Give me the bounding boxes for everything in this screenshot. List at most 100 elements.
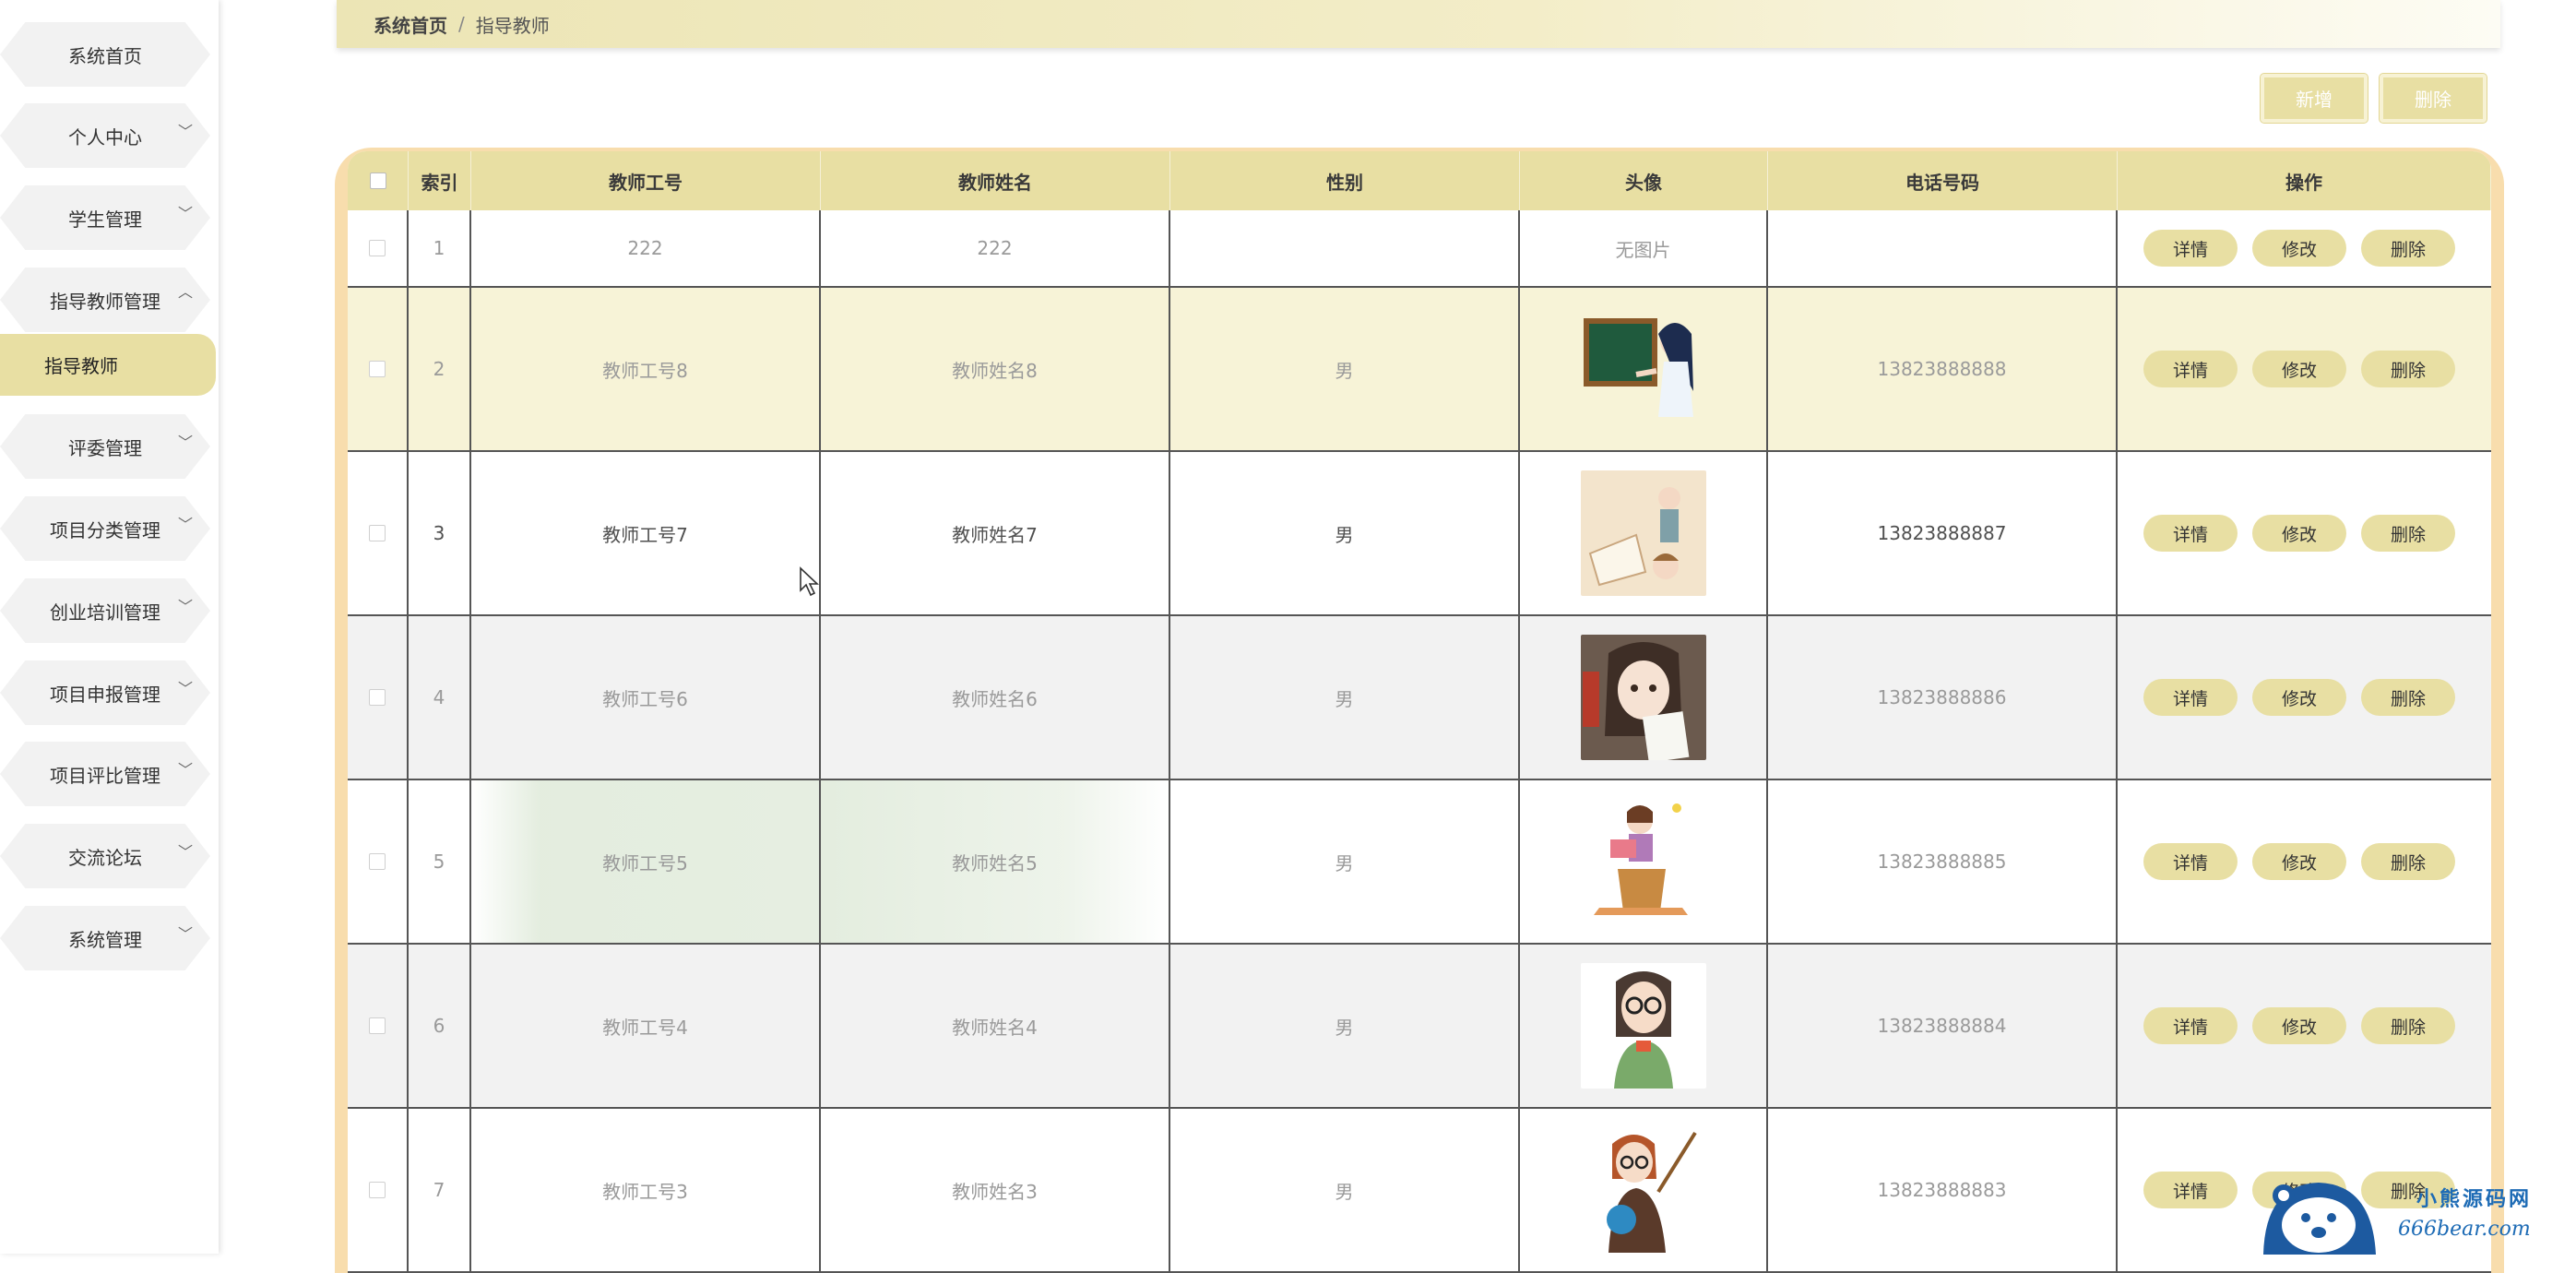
table-row: 5 教师工号5 教师姓名5 男 13823888885 详情 修改 删除	[348, 780, 2491, 945]
edit-button[interactable]: 修改	[2252, 843, 2346, 880]
row-index: 2	[409, 288, 471, 450]
teacher-no: 教师工号5	[471, 780, 821, 943]
avatar-placeholder: 无图片	[1520, 210, 1768, 286]
row-select-cell	[348, 1109, 409, 1271]
row-checkbox[interactable]	[369, 1017, 386, 1034]
edit-button[interactable]: 修改	[2252, 515, 2346, 552]
chevron-down-icon: ﹀	[178, 434, 194, 451]
delete-button[interactable]: 删除	[2361, 515, 2455, 552]
sidebar-item-teacher[interactable]: 指导教师	[0, 334, 216, 396]
chevron-down-icon: ﹀	[178, 925, 194, 943]
avatar-cell	[1520, 780, 1768, 943]
row-checkbox[interactable]	[369, 689, 386, 706]
sidebar-item-home[interactable]: 系统首页	[0, 22, 210, 87]
row-select-cell	[348, 945, 409, 1107]
row-select-cell	[348, 452, 409, 614]
sidebar-item-training[interactable]: 创业培训管理 ﹀	[0, 578, 210, 643]
sidebar: 系统首页 个人中心 ﹀ 学生管理 ﹀ 指导教师管理 ︿ 指导教师 评委管理 ﹀ …	[0, 0, 219, 1254]
sidebar-item-system[interactable]: 系统管理 ﹀	[0, 906, 210, 970]
edit-button[interactable]: 修改	[2252, 230, 2346, 267]
sidebar-item-project-category[interactable]: 项目分类管理 ﹀	[0, 496, 210, 561]
header-gender: 性别	[1170, 151, 1520, 210]
teacher-phone	[1768, 210, 2118, 286]
row-checkbox[interactable]	[369, 525, 386, 541]
edit-button[interactable]: 修改	[2252, 679, 2346, 716]
teacher-gender: 男	[1170, 780, 1520, 943]
delete-button[interactable]: 删除	[2361, 230, 2455, 267]
table-frame: 索引 教师工号 教师姓名 性别 头像 电话号码 操作 1 222 222 无图片…	[335, 148, 2504, 1273]
row-index: 3	[409, 452, 471, 614]
teacher-no: 教师工号7	[471, 452, 821, 614]
table-row: 4 教师工号6 教师姓名6 男 13823888886 详情 修改 删除	[348, 616, 2491, 780]
logo-url: 666bear.com	[2398, 1218, 2531, 1241]
teacher-gender	[1170, 210, 1520, 286]
sidebar-item-label: 系统管理	[68, 928, 142, 951]
breadcrumb-home[interactable]: 系统首页	[374, 11, 447, 38]
row-actions: 详情 修改 删除	[2118, 288, 2491, 450]
sidebar-item-project-evaluation[interactable]: 项目评比管理 ﹀	[0, 742, 210, 806]
header-phone: 电话号码	[1768, 151, 2118, 210]
header-actions: 操作	[2118, 151, 2491, 210]
delete-button[interactable]: 删除	[2361, 1007, 2455, 1044]
breadcrumb-current: 指导教师	[475, 14, 550, 37]
row-checkbox[interactable]	[369, 361, 386, 377]
sidebar-item-personal-center[interactable]: 个人中心 ﹀	[0, 103, 210, 168]
detail-button[interactable]: 详情	[2143, 230, 2238, 267]
sidebar-item-label: 交流论坛	[68, 846, 142, 869]
sidebar-item-label: 学生管理	[68, 208, 142, 231]
sidebar-item-students[interactable]: 学生管理 ﹀	[0, 185, 210, 250]
row-checkbox[interactable]	[369, 1182, 386, 1198]
sidebar-item-label: 项目分类管理	[50, 518, 160, 541]
teacher-gender: 男	[1170, 452, 1520, 614]
teacher-gender: 男	[1170, 616, 1520, 779]
detail-button[interactable]: 详情	[2143, 1007, 2238, 1044]
sidebar-item-judges[interactable]: 评委管理 ﹀	[0, 414, 210, 479]
sidebar-item-label: 指导教师管理	[50, 290, 160, 313]
row-index: 4	[409, 616, 471, 779]
site-logo: 小熊源码网 666bear.com	[2260, 1172, 2573, 1255]
teacher-phone: 13823888884	[1768, 945, 2118, 1107]
teacher-name: 教师姓名3	[821, 1109, 1170, 1271]
delete-button[interactable]: 删除	[2361, 843, 2455, 880]
row-select-cell	[348, 210, 409, 286]
detail-button[interactable]: 详情	[2143, 515, 2238, 552]
edit-button[interactable]: 修改	[2252, 1007, 2346, 1044]
edit-button[interactable]: 修改	[2252, 351, 2346, 387]
teacher-phone: 13823888883	[1768, 1109, 2118, 1271]
sidebar-item-forum[interactable]: 交流论坛 ﹀	[0, 824, 210, 888]
sidebar-item-teacher-management[interactable]: 指导教师管理 ︿	[0, 268, 210, 332]
breadcrumb-separator: /	[458, 13, 465, 35]
detail-button[interactable]: 详情	[2143, 1172, 2238, 1208]
select-all-checkbox[interactable]	[369, 173, 386, 189]
row-index: 5	[409, 780, 471, 943]
teacher-name: 教师姓名5	[821, 780, 1170, 943]
avatar-cell	[1520, 945, 1768, 1107]
chevron-down-icon: ﹀	[178, 598, 194, 615]
mouse-cursor-icon	[800, 566, 820, 597]
detail-button[interactable]: 详情	[2143, 679, 2238, 716]
teacher-no: 教师工号8	[471, 288, 821, 450]
teacher-phone: 13823888885	[1768, 780, 2118, 943]
delete-button[interactable]: 删除	[2361, 351, 2455, 387]
row-select-cell	[348, 288, 409, 450]
header-avatar: 头像	[1520, 151, 1768, 210]
detail-button[interactable]: 详情	[2143, 843, 2238, 880]
header-teacher-no: 教师工号	[471, 151, 821, 210]
teacher-no: 教师工号6	[471, 616, 821, 779]
sidebar-item-project-application[interactable]: 项目申报管理 ﹀	[0, 660, 210, 725]
sidebar-item-label: 项目评比管理	[50, 764, 160, 787]
header-select-all	[348, 151, 409, 210]
delete-selected-button[interactable]: 删除	[2379, 73, 2487, 124]
row-actions: 详情 修改 删除	[2118, 945, 2491, 1107]
detail-button[interactable]: 详情	[2143, 351, 2238, 387]
header-index: 索引	[409, 151, 471, 210]
add-button[interactable]: 新增	[2260, 73, 2368, 124]
delete-button[interactable]: 删除	[2361, 679, 2455, 716]
teacher-phone: 13823888887	[1768, 452, 2118, 614]
row-checkbox[interactable]	[369, 240, 386, 256]
row-checkbox[interactable]	[369, 853, 386, 870]
bear-logo-icon	[2263, 1183, 2376, 1255]
avatar-cell	[1520, 1109, 1768, 1271]
table-row: 3 教师工号7 教师姓名7 男 13823888887 详情 修改 删除	[348, 452, 2491, 616]
teacher-table: 索引 教师工号 教师姓名 性别 头像 电话号码 操作 1 222 222 无图片…	[348, 151, 2491, 1273]
